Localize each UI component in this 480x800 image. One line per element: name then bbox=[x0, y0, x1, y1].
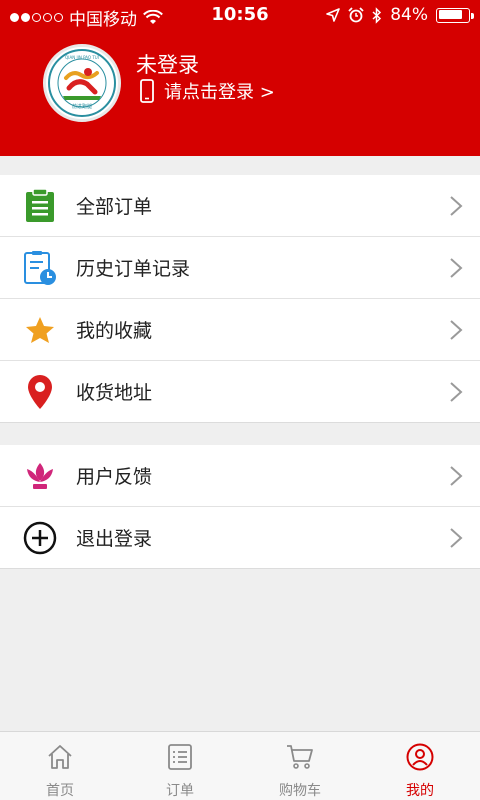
login-link-text[interactable]: 请点击登录 > bbox=[164, 78, 275, 104]
tab-home[interactable]: 首页 bbox=[0, 732, 120, 800]
phone-icon bbox=[140, 79, 154, 103]
alarm-icon bbox=[348, 7, 364, 23]
cart-icon bbox=[287, 745, 313, 769]
menu-item-favorites[interactable]: 我的收藏 bbox=[0, 299, 480, 361]
tab-label: 我的 bbox=[406, 783, 434, 799]
star-icon bbox=[22, 312, 58, 348]
location-pin-icon bbox=[22, 374, 58, 410]
menu-item-shipping-address[interactable]: 收货地址 bbox=[0, 361, 480, 423]
menu-item-logout[interactable]: 退出登录 bbox=[0, 507, 480, 569]
battery-icon bbox=[436, 7, 474, 23]
menu-item-label: 历史订单记录 bbox=[76, 258, 191, 280]
location-arrow-icon bbox=[326, 8, 341, 22]
clipboard-icon bbox=[22, 188, 58, 224]
bottom-tab-bar: 首页 订单 购物车 我的 bbox=[0, 731, 480, 800]
bluetooth-icon bbox=[372, 6, 382, 24]
chevron-right-icon bbox=[450, 319, 463, 340]
profile-header: 中国移动 10:56 84% 前进跑腿 QIAN JIN PAO TUI 未登录… bbox=[0, 0, 480, 156]
tab-label: 订单 bbox=[166, 783, 194, 799]
menu-item-label: 收货地址 bbox=[76, 382, 153, 404]
battery-percent: 84% bbox=[390, 5, 428, 25]
tab-label: 购物车 bbox=[279, 783, 321, 799]
menu-item-label: 我的收藏 bbox=[76, 320, 153, 342]
user-icon bbox=[406, 743, 434, 771]
chevron-right-icon bbox=[450, 465, 463, 486]
login-link[interactable]: 请点击登录 > bbox=[140, 78, 275, 104]
brand-logo: 前进跑腿 QIAN JIN PAO TUI bbox=[48, 49, 116, 117]
chevron-right-icon bbox=[450, 257, 463, 278]
menu-item-label: 全部订单 bbox=[76, 196, 153, 218]
menu-item-order-history[interactable]: 历史订单记录 bbox=[0, 237, 480, 299]
user-name: 未登录 bbox=[136, 53, 199, 77]
svg-text:前进跑腿: 前进跑腿 bbox=[72, 103, 92, 110]
tab-orders[interactable]: 订单 bbox=[120, 732, 240, 800]
lotus-icon bbox=[22, 458, 58, 494]
history-list-icon bbox=[22, 250, 58, 286]
home-icon bbox=[48, 745, 72, 769]
plus-circle-icon bbox=[22, 520, 58, 556]
chevron-right-icon bbox=[450, 381, 463, 402]
svg-text:QIAN JIN PAO TUI: QIAN JIN PAO TUI bbox=[65, 55, 99, 60]
menu-item-label: 用户反馈 bbox=[76, 466, 153, 488]
chevron-right-icon bbox=[450, 527, 463, 548]
menu-item-label: 退出登录 bbox=[76, 528, 153, 550]
avatar[interactable]: 前进跑腿 QIAN JIN PAO TUI bbox=[43, 44, 121, 122]
status-bar: 中国移动 10:56 84% bbox=[0, 0, 480, 30]
menu-item-feedback[interactable]: 用户反馈 bbox=[0, 445, 480, 507]
order-list-icon bbox=[168, 744, 192, 770]
chevron-right-icon bbox=[450, 195, 463, 216]
tab-label: 首页 bbox=[46, 783, 74, 799]
menu-group-orders: 全部订单 历史订单记录 我的收藏 收货地址 bbox=[0, 175, 480, 423]
menu-group-account: 用户反馈 退出登录 bbox=[0, 445, 480, 569]
tab-mine[interactable]: 我的 bbox=[360, 732, 480, 800]
tab-cart[interactable]: 购物车 bbox=[240, 732, 360, 800]
menu-item-all-orders[interactable]: 全部订单 bbox=[0, 175, 480, 237]
